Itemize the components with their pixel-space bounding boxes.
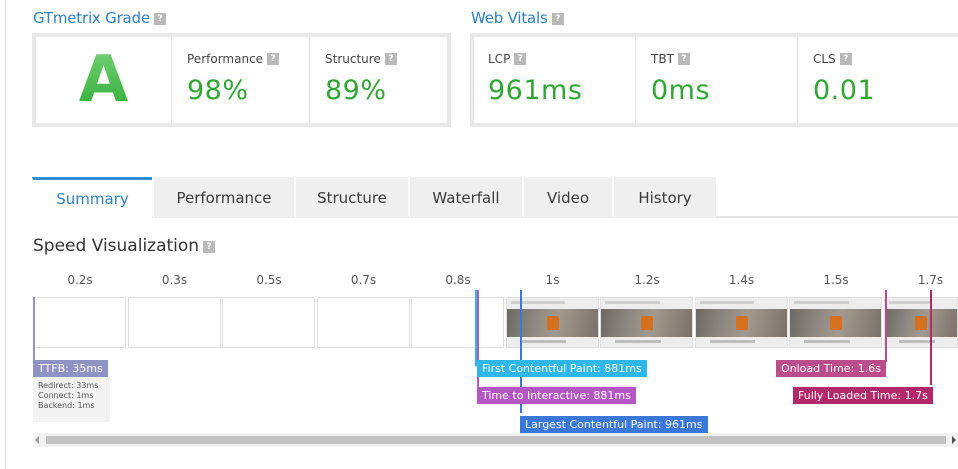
filmstrip-frame-blank (222, 297, 315, 348)
screenshot-header (699, 301, 755, 304)
lcp-metric: LCP? 961ms (474, 37, 636, 123)
tbt-label-text: TBT (651, 52, 674, 66)
scroll-right-arrow-icon[interactable] (952, 436, 956, 444)
screenshot-object (914, 316, 927, 330)
screenshot-header (605, 301, 660, 304)
cls-label-text: CLS (813, 52, 836, 66)
horizontal-scrollbar[interactable] (33, 433, 958, 447)
screenshot-caption (615, 340, 661, 343)
scroll-thumb[interactable] (46, 436, 946, 444)
filmstrip-frame-blank (33, 297, 126, 348)
help-icon[interactable]: ? (384, 53, 397, 65)
timeline-tick: 0.8s (445, 273, 471, 287)
timeline-tick: 1.2s (634, 273, 660, 287)
help-icon[interactable]: ? (153, 13, 166, 25)
screenshot-object (830, 316, 842, 330)
lcp-label-text: LCP (488, 52, 511, 66)
ttfb-connect: Connect: 1ms (38, 391, 94, 400)
speed-visualization-heading: Speed Visualization? (33, 236, 216, 256)
cls-label: CLS? (813, 52, 852, 66)
performance-metric: Performance? 98% (173, 37, 310, 123)
screenshot-object (641, 316, 653, 330)
tbt-label: TBT? (651, 52, 690, 66)
help-icon[interactable]: ? (551, 13, 564, 25)
onload-line (885, 290, 887, 362)
filmstrip-screenshot[interactable] (883, 297, 958, 348)
help-icon[interactable]: ? (514, 53, 527, 65)
filmstrip-screenshot[interactable] (694, 297, 788, 348)
filmstrip-screenshot[interactable] (600, 297, 693, 348)
timeline-tick: 0.5s (256, 273, 282, 287)
filmstrip-frame-blank (316, 297, 410, 348)
timeline-tick: 1.5s (823, 273, 849, 287)
help-icon[interactable]: ? (839, 53, 852, 65)
timeline-tick: 0.2s (67, 273, 93, 287)
scroll-left-arrow-icon[interactable] (35, 436, 39, 444)
lcp-marker: Largest Contentful Paint: 961ms (520, 416, 708, 433)
structure-label-text: Structure (325, 52, 381, 66)
filmstrip-screenshot[interactable] (789, 297, 882, 348)
web-vitals-title: Web Vitals (471, 9, 548, 27)
timeline-tick: 0.7s (350, 273, 377, 287)
lcp-label: LCP? (488, 52, 527, 66)
web-vitals-heading: Web Vitals? (471, 9, 564, 27)
ttfb-breakdown: Redirect: 33ms Connect: 1ms Backend: 1ms (33, 377, 110, 422)
tab-summary[interactable]: Summary (32, 177, 152, 220)
structure-metric: Structure? 89% (311, 37, 447, 123)
tti-marker: Time to Interactive: 881ms (477, 387, 636, 404)
fcp-marker: First Contentful Paint: 881ms (477, 360, 647, 377)
timeline-tick: 1s (545, 273, 560, 287)
tbt-metric: TBT? 0ms (637, 37, 798, 123)
screenshot-header (794, 301, 849, 304)
screenshot-header (888, 301, 932, 304)
ttfb-redirect: Redirect: 33ms (38, 381, 99, 390)
performance-label-text: Performance (187, 52, 264, 66)
onload-marker: Onload Time: 1.6s (776, 360, 886, 377)
cls-value: 0.01 (813, 75, 876, 106)
help-icon[interactable]: ? (677, 53, 690, 65)
tab-performance[interactable]: Performance (153, 177, 294, 218)
report-tabs: Summary Performance Structure Waterfall … (32, 177, 958, 220)
ttfb-line (33, 297, 35, 361)
tab-video[interactable]: Video (523, 177, 612, 218)
fully-loaded-line (930, 290, 932, 385)
tab-structure[interactable]: Structure (295, 177, 408, 218)
screenshot-caption (520, 340, 566, 343)
performance-value: 98% (187, 75, 249, 106)
web-vitals-panel: LCP? 961ms TBT? 0ms CLS? 0.01 (470, 33, 958, 127)
page-left-border (0, 0, 6, 469)
tab-history[interactable]: History (613, 177, 716, 218)
gtmetrix-grade-title: GTmetrix Grade (33, 9, 150, 27)
screenshot-object (546, 316, 559, 330)
cls-metric: CLS? 0.01 (799, 37, 958, 123)
fully-loaded-marker: Fully Loaded Time: 1.7s (793, 387, 933, 404)
ttfb-marker: TTFB: 35ms (33, 360, 108, 377)
structure-value: 89% (325, 75, 387, 106)
screenshot-caption (804, 340, 850, 343)
timeline-tick: 0.3s (161, 273, 188, 287)
structure-label: Structure? (325, 52, 397, 66)
tbt-value: 0ms (651, 75, 711, 106)
tab-waterfall[interactable]: Waterfall (409, 177, 522, 218)
gtmetrix-grade-panel: A Performance? 98% Structure? 89% (32, 33, 451, 127)
filmstrip-frame-blank (411, 297, 504, 348)
filmstrip-frame-blank (127, 297, 221, 348)
grade-letter: A (36, 37, 172, 123)
help-icon[interactable]: ? (203, 241, 216, 253)
timeline-tick: 1.4s (728, 273, 755, 287)
screenshot-object (735, 316, 748, 330)
ttfb-backend: Backend: 1ms (38, 401, 95, 410)
screenshot-caption (709, 340, 755, 343)
screenshot-header (510, 301, 566, 304)
timeline-tick: 1.7s (917, 273, 944, 287)
gtmetrix-grade-heading: GTmetrix Grade? (33, 9, 166, 27)
help-icon[interactable]: ? (267, 53, 280, 65)
lcp-value: 961ms (488, 75, 583, 106)
performance-label: Performance? (187, 52, 280, 66)
speed-visualization-title: Speed Visualization (33, 236, 200, 256)
